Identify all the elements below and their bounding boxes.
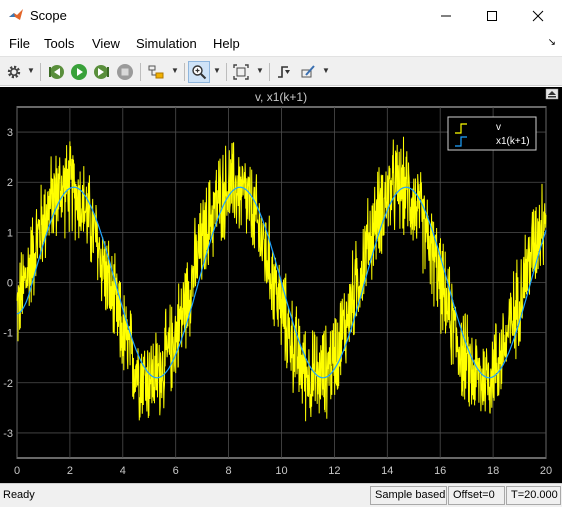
status-bar: Ready Sample based Offset=0 T=20.000 (0, 483, 562, 507)
zoom-in-icon (192, 65, 207, 80)
legend-label-v: v (496, 122, 501, 133)
toolbar-separator (184, 63, 185, 81)
undock-arrow-icon[interactable]: ↘ (548, 37, 556, 48)
time-field: T=20.000 (506, 486, 561, 505)
stop-icon (117, 64, 133, 80)
toolbar: ▼ ▼ ▼ ▼ ▼ (0, 56, 562, 86)
menu-view[interactable]: View (92, 36, 120, 51)
toolbar-separator (40, 63, 41, 81)
step-back-icon (49, 65, 64, 79)
y-tick-label: -2 (3, 378, 13, 390)
menu-help[interactable]: Help (213, 36, 240, 51)
menu-tools[interactable]: Tools (44, 36, 74, 51)
highlight-dropdown-icon[interactable]: ▼ (171, 67, 179, 75)
run-button[interactable] (68, 61, 90, 83)
zoom-button[interactable] (188, 61, 210, 83)
brush-button[interactable] (297, 61, 319, 83)
x-tick-label: 16 (434, 465, 446, 477)
menu-file[interactable]: File (9, 36, 30, 51)
x-tick-label: 6 (173, 465, 179, 477)
scope-plot[interactable]: v, x1(k+1) 0 2 4 6 8 10 12 14 16 18 20 3210-1-2-3 … (0, 87, 562, 483)
fit-to-view-button[interactable] (230, 61, 252, 83)
brush-icon (301, 65, 315, 78)
triggers-button[interactable] (273, 61, 295, 83)
plot-title: v, x1(k+1) (255, 90, 307, 104)
close-icon (532, 10, 544, 22)
y-tick-label: 1 (7, 227, 13, 239)
x-tick-label: 8 (226, 465, 232, 477)
menu-simulation[interactable]: Simulation (136, 36, 197, 51)
undock-plot-icon[interactable] (545, 88, 559, 100)
status-ready: Ready (3, 489, 35, 501)
minimize-button[interactable] (423, 0, 469, 32)
gear-icon (7, 65, 21, 79)
zoom-dropdown-icon[interactable]: ▼ (213, 67, 221, 75)
x-tick-label: 2 (67, 465, 73, 477)
stop-button[interactable] (114, 61, 136, 83)
x-tick-label: 20 (540, 465, 552, 477)
step-forward-button[interactable] (91, 61, 113, 83)
maximize-icon (487, 11, 497, 21)
sample-mode-field: Sample based (370, 486, 447, 505)
scope-plot-panel: v, x1(k+1) 0 2 4 6 8 10 12 14 16 18 20 3 2 1 0 -1 -2 -3 … (0, 87, 562, 483)
x-tick-label: 10 (275, 465, 287, 477)
window-title: Scope (30, 8, 67, 23)
y-tick-label: -1 (3, 328, 13, 340)
x-tick-label: 4 (120, 465, 126, 477)
highlight-simulink-block-button[interactable] (145, 61, 167, 83)
y-tick-label: 2 (7, 177, 13, 189)
triggers-icon (278, 66, 290, 78)
x-tick-label: 12 (328, 465, 340, 477)
y-tick-label: 0 (7, 278, 13, 290)
toolbar-separator (140, 63, 141, 81)
legend-label-x1: x1(k+1) (496, 136, 530, 147)
highlight-icon (148, 65, 164, 79)
toolbar-separator (269, 63, 270, 81)
y-tick-label: -3 (3, 428, 13, 440)
x-tick-label: 14 (381, 465, 393, 477)
offset-field: Offset=0 (448, 486, 505, 505)
x-tick-label: 0 (14, 465, 20, 477)
menu-bar: File Tools View Simulation Help ↘ (0, 32, 562, 55)
maximize-button[interactable] (469, 0, 515, 32)
y-tick-label: 3 (7, 127, 13, 139)
x-tick-label: 18 (487, 465, 499, 477)
settings-button[interactable] (4, 61, 24, 83)
fit-dropdown-icon[interactable]: ▼ (256, 67, 264, 75)
step-forward-icon (94, 65, 109, 79)
legend[interactable]: v x1(k+1) (447, 116, 537, 151)
matlab-app-icon (9, 9, 23, 20)
step-back-button[interactable] (45, 61, 67, 83)
fit-to-view-icon (233, 64, 249, 80)
minimize-icon (441, 15, 451, 17)
settings-dropdown-icon[interactable]: ▼ (27, 67, 35, 75)
title-bar: Scope (0, 0, 562, 32)
brush-dropdown-icon[interactable]: ▼ (322, 67, 330, 75)
close-button[interactable] (515, 0, 561, 32)
toolbar-separator (226, 63, 227, 81)
run-icon (71, 64, 87, 80)
